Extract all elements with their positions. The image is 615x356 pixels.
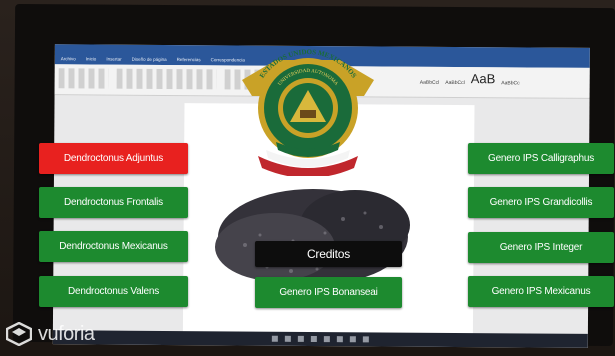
ribbon-group-font — [116, 68, 217, 90]
vuforia-wordmark: vuforia — [38, 322, 95, 345]
vuforia-logo-icon — [6, 322, 32, 346]
ribbon-styles: AaBbCcl AaBbCcl AaB AaBbCc — [420, 71, 520, 86]
taskbar-icon[interactable] — [362, 336, 369, 343]
ribbon-tab-home[interactable]: Inicio — [86, 54, 97, 64]
ribbon-tab-insert[interactable]: Insertar — [106, 55, 121, 65]
creditos-button[interactable]: Creditos — [255, 241, 402, 267]
ribbon-tab-layout[interactable]: Diseño de página — [132, 55, 167, 65]
button-dendroctonus-frontalis[interactable]: Dendroctonus Frontalis — [39, 187, 188, 218]
button-ips-bonanseai[interactable]: Genero IPS Bonanseai — [255, 277, 402, 308]
taskbar-icon[interactable] — [271, 335, 278, 342]
style-sample-title[interactable]: AaB — [471, 71, 496, 86]
taskbar — [52, 330, 588, 348]
ribbon-group-clipboard — [58, 68, 109, 89]
style-sample[interactable]: AaBbCc — [501, 80, 519, 86]
style-sample[interactable]: AaBbCcl — [445, 80, 464, 86]
style-sample[interactable]: AaBbCcl — [420, 80, 439, 86]
taskbar-icon[interactable] — [336, 336, 343, 343]
button-ips-grandicollis[interactable]: Genero IPS Grandicollis — [468, 187, 614, 218]
ribbon-tab-references[interactable]: Referencias — [177, 55, 201, 65]
ribbon-tab-file[interactable]: Archivo — [61, 54, 76, 64]
button-dendroctonus-adjuntus[interactable]: Dendroctonus Adjuntus — [39, 143, 188, 174]
taskbar-icon[interactable] — [310, 335, 317, 343]
button-dendroctonus-valens[interactable]: Dendroctonus Valens — [39, 276, 188, 307]
university-seal-logo: ESTADOS UNIDOS MEXICANOS UNIVERSIDAD AUT… — [242, 48, 374, 176]
taskbar-icon[interactable] — [284, 335, 291, 342]
taskbar-icon[interactable] — [297, 335, 304, 342]
button-dendroctonus-mexicanus[interactable]: Dendroctonus Mexicanus — [39, 231, 188, 262]
button-ips-mexicanus[interactable]: Genero IPS Mexicanus — [468, 276, 614, 307]
button-ips-integer[interactable]: Genero IPS Integer — [468, 232, 614, 263]
taskbar-icon[interactable] — [323, 336, 330, 343]
taskbar-icon[interactable] — [349, 336, 356, 343]
vuforia-watermark: vuforia — [6, 322, 95, 346]
button-ips-calligraphus[interactable]: Genero IPS Calligraphus — [468, 143, 614, 174]
